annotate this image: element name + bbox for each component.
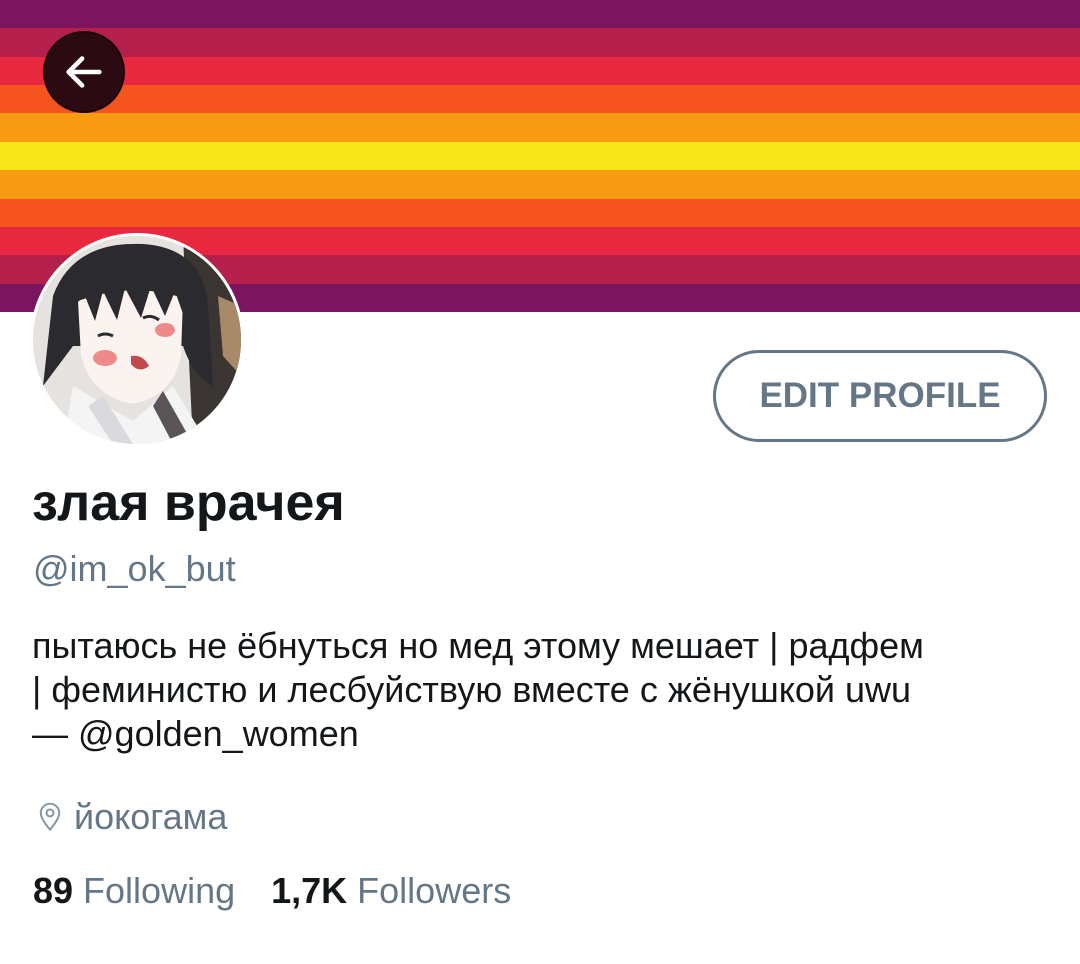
bio-dash: — xyxy=(32,713,79,754)
bio-line: пытаюсь не ёбнуться но мед этому мешает … xyxy=(32,625,924,666)
following-stat[interactable]: 89 Following xyxy=(33,870,235,912)
banner-stripe xyxy=(0,198,1080,227)
followers-stat[interactable]: 1,7K Followers xyxy=(271,870,511,912)
back-button[interactable] xyxy=(43,31,125,113)
banner-stripe xyxy=(0,85,1080,114)
followers-count: 1,7K xyxy=(271,870,348,911)
profile-bio: пытаюсь не ёбнуться но мед этому мешает … xyxy=(32,624,1052,756)
banner-stripe xyxy=(0,28,1080,57)
banner-stripe xyxy=(0,170,1080,199)
followers-label: Followers xyxy=(357,870,512,911)
bio-line: — @golden_women xyxy=(32,712,1052,756)
edit-profile-button[interactable]: EDIT PROFILE xyxy=(713,350,1047,442)
avatar-image xyxy=(33,236,241,444)
bio-mention-link[interactable]: @golden_women xyxy=(78,713,359,754)
banner-stripe xyxy=(0,141,1080,171)
profile-location: йокогама xyxy=(36,796,227,838)
location-label: йокогама xyxy=(74,796,228,837)
bio-line: | феминистю и лесбуйствую вместе с жёнуш… xyxy=(32,669,912,710)
user-handle: @im_ok_but xyxy=(33,548,236,589)
display-name: злая врачея xyxy=(32,474,345,532)
avatar[interactable] xyxy=(30,233,244,447)
banner-stripe xyxy=(0,56,1080,86)
location-pin-icon xyxy=(39,802,61,832)
banner-stripe xyxy=(0,0,1080,29)
banner-stripe xyxy=(0,113,1080,142)
arrow-left-icon xyxy=(66,56,102,88)
profile-stats: 89 Following 1,7K Followers xyxy=(33,870,547,912)
following-label: Following xyxy=(83,870,236,911)
following-count: 89 xyxy=(33,870,74,911)
